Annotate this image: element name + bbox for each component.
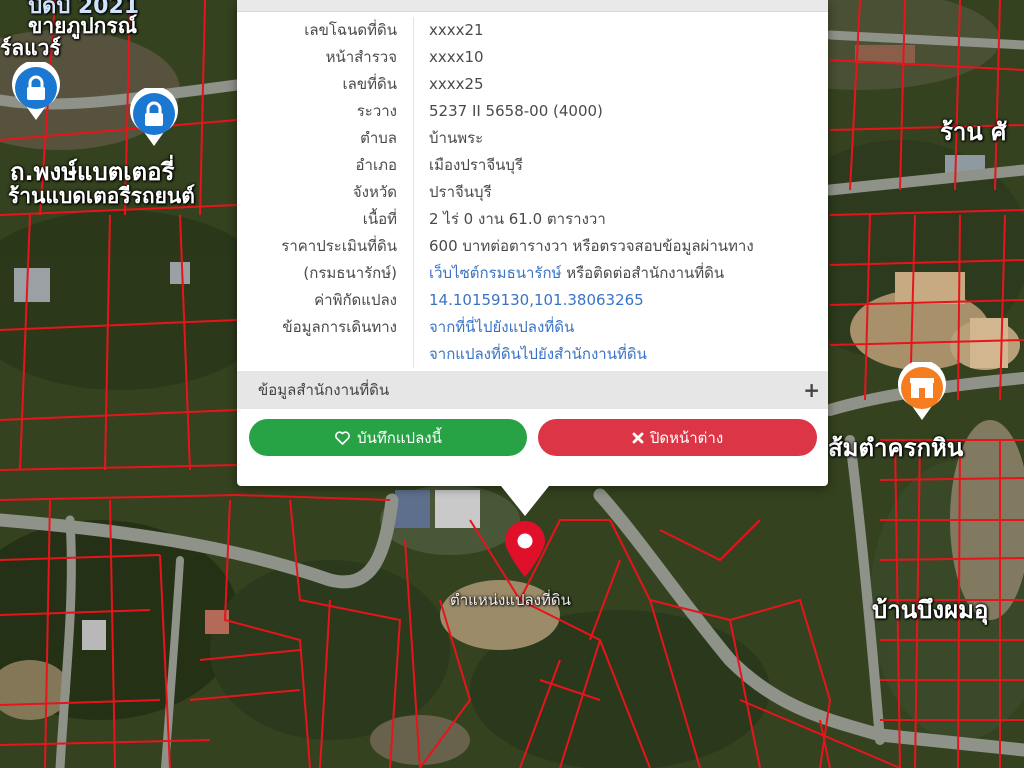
value-subdistrict: บ้านพระ [429, 129, 484, 147]
row-province: จังหวัด ปราจีนบุรี [237, 179, 828, 206]
land-office-section-title: ข้อมูลสำนักงานที่ดิน [258, 381, 390, 399]
row-appraisal-price: ราคาประเมินที่ดิน 600 บาทต่อตารางวา หรือ… [237, 233, 828, 260]
lock-icon[interactable] [10, 62, 62, 122]
value-land-number: xxxx25 [429, 75, 484, 93]
label-district: อำเภอ [237, 152, 414, 179]
contact-land-office-text: หรือติดต่อสำนักงานที่ดิน [561, 264, 725, 282]
label-directions: ข้อมูลการเดินทาง [237, 314, 414, 341]
label-appraisal-price: ราคาประเมินที่ดิน [237, 233, 414, 260]
label-province: จังหวัด [237, 179, 414, 206]
map-marker-icon[interactable] [503, 520, 547, 578]
parcel-info-table: เลขโฉนดที่ดิน xxxx21 หน้าสำรวจ xxxx10 เล… [237, 17, 828, 368]
lock-icon[interactable] [128, 88, 180, 148]
label-map-sheet: ระวาง [237, 98, 414, 125]
row-directions-office: จากแปลงที่ดินไปยังสำนักงานที่ดิน [237, 341, 828, 368]
map-label-somtam: ส้มตำครกหิน [828, 434, 964, 462]
label-survey-page: หน้าสำรวจ [237, 44, 414, 71]
row-deed-number: เลขโฉนดที่ดิน xxxx21 [237, 17, 828, 44]
value-survey-page: xxxx10 [429, 48, 484, 66]
map-label-battery-shop-desc: ร้านแบดเตอรีรถยนต์ [8, 184, 195, 208]
directions-to-parcel-link[interactable]: จากที่นี่ไปยังแปลงที่ดิน [414, 314, 574, 341]
value-treasury-dept: เว็บไซต์กรมธนารักษ์ หรือติดต่อสำนักงานที… [414, 260, 724, 287]
row-district: อำเภอ เมืองปราจีนบุรี [237, 152, 828, 179]
map-label-top-left-2: ร์ลแวร์ [0, 36, 61, 60]
label-area: เนื้อที่ [237, 206, 414, 233]
save-parcel-button[interactable]: บันทึกแปลงนี้ [249, 419, 527, 456]
save-parcel-label: บันทึกแปลงนี้ [357, 428, 442, 447]
label-land-number: เลขที่ดิน [237, 71, 414, 98]
value-map-sheet: 5237 II 5658-00 (4000) [429, 102, 603, 120]
value-area: 2 ไร่ 0 งาน 61.0 ตารางวา [429, 210, 606, 228]
value-district: เมืองปราจีนบุรี [429, 156, 523, 174]
label-treasury-dept: (กรมธนารักษ์) [237, 260, 414, 287]
value-appraisal-price: 600 บาทต่อตารางวา หรือตรวจสอบข้อมูลผ่านท… [429, 237, 754, 255]
close-window-label: ปิดหน้าต่าง [649, 428, 724, 447]
coordinates-link[interactable]: 14.10159130,101.38063265 [414, 287, 644, 314]
row-map-sheet: ระวาง 5237 II 5658-00 (4000) [237, 98, 828, 125]
close-window-button[interactable]: ปิดหน้าต่าง [538, 419, 817, 456]
row-coordinates: ค่าพิกัดแปลง 14.10159130,101.38063265 [237, 287, 828, 314]
label-deed-number: เลขโฉนดที่ดิน [237, 17, 414, 44]
row-treasury-dept: (กรมธนารักษ์) เว็บไซต์กรมธนารักษ์ หรือติ… [237, 260, 828, 287]
close-icon [632, 432, 644, 443]
value-province: ปราจีนบุรี [429, 183, 492, 201]
row-directions: ข้อมูลการเดินทาง จากที่นี่ไปยังแปลงที่ดิ… [237, 314, 828, 341]
row-survey-page: หน้าสำรวจ xxxx10 [237, 44, 828, 71]
value-deed-number: xxxx21 [429, 21, 484, 39]
map-label-village: บ้านบึงผมอุ [872, 596, 989, 624]
shop-icon[interactable] [896, 362, 948, 422]
map-label-top-right: ร้าน ศั [940, 118, 1007, 146]
map-label-marker-caption: ตำแหน่งแปลงที่ดิน [450, 591, 571, 609]
row-subdistrict: ตำบล บ้านพระ [237, 125, 828, 152]
row-land-number: เลขที่ดิน xxxx25 [237, 71, 828, 98]
popup-header-bar [237, 0, 828, 12]
label-coordinates: ค่าพิกัดแปลง [237, 287, 414, 314]
row-area: เนื้อที่ 2 ไร่ 0 งาน 61.0 ตารางวา [237, 206, 828, 233]
directions-to-office-link[interactable]: จากแปลงที่ดินไปยังสำนักงานที่ดิน [414, 341, 647, 368]
land-office-section-toggle[interactable]: ข้อมูลสำนักงานที่ดิน + [237, 371, 828, 409]
label-subdistrict: ตำบล [237, 125, 414, 152]
label-empty [237, 341, 414, 368]
heart-icon [335, 431, 351, 445]
treasury-website-link[interactable]: เว็บไซต์กรมธนารักษ์ [429, 264, 561, 282]
plus-icon[interactable]: + [803, 378, 820, 402]
parcel-info-popup: เลขโฉนดที่ดิน xxxx21 หน้าสำรวจ xxxx10 เล… [237, 0, 828, 516]
